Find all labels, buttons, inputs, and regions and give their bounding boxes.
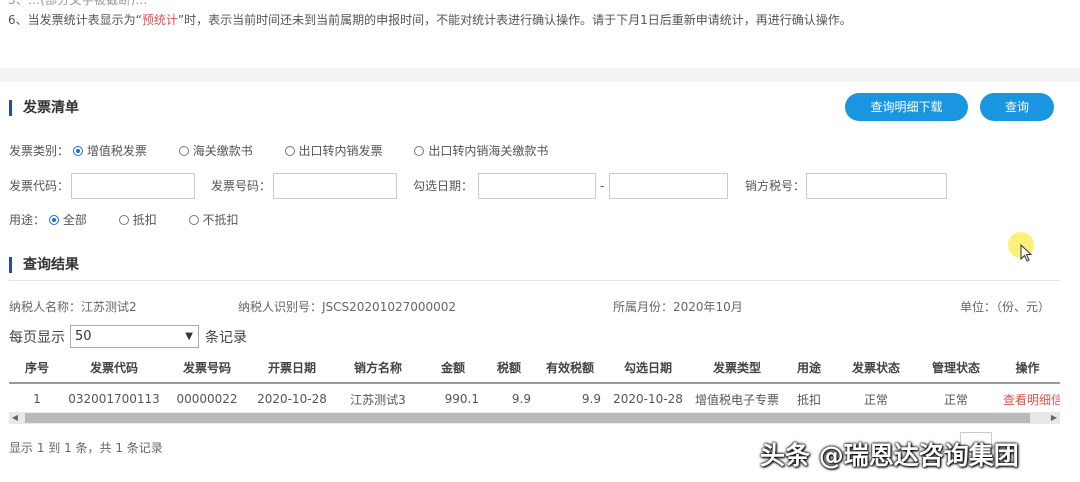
results-title: 查询结果 [9,256,79,274]
col-header[interactable]: 发票类型 [691,352,783,384]
option-label: 海关缴款书 [192,144,253,158]
unit: 单位：（份、元） [960,300,1051,314]
invoice-type-option-vat[interactable]: 增值税发票 [72,144,147,158]
radio-icon[interactable] [284,145,295,156]
notice-line-1: 5、…(部分文字被截断)… [8,0,148,7]
cell-tax: 9.9 [511,392,531,406]
results-divider [9,280,1060,281]
cell-valid-tax: 9.9 [581,392,601,406]
cell-invoice-number: 00000022 [176,392,238,406]
invoice-type-label: 发票类别： [9,144,70,158]
col-header[interactable]: 销方名称 [333,352,423,384]
col-header[interactable]: 发票代码 [65,352,163,384]
col-header[interactable]: 金额 [423,352,483,384]
taxpayer-id: 纳税人识别号：JSCS20201027000002 [238,300,457,314]
cell-select-date: 2020-10-28 [613,392,683,406]
col-header[interactable]: 用途 [783,352,835,384]
col-header[interactable]: 发票号码 [163,352,251,384]
section-divider [0,68,1080,82]
notice-highlight: 预统计 [141,13,178,27]
radio-icon[interactable] [414,145,425,156]
invoice-type-option-export-customs[interactable]: 出口转内销海关缴款书 [414,144,548,158]
usage-option-no-deduct[interactable]: 不抵扣 [188,213,239,227]
option-label: 增值税发票 [86,144,147,158]
per-page-suffix: 条记录 [205,330,247,346]
date-separator: - [600,179,605,193]
radio-icon[interactable] [188,214,199,225]
invoice-list-title: 发票清单 [9,99,79,117]
col-header[interactable]: 开票日期 [251,352,333,384]
cell-amount: 990.1 [444,392,479,406]
scroll-left-icon[interactable]: ◀ [9,412,21,424]
period: 所属月份：2020年10月 [613,300,743,314]
view-details-link[interactable]: 查看明细信 [995,383,1060,414]
cell-invoice-type: 增值税电子专票 [694,392,779,407]
col-header[interactable]: 税额 [483,352,535,384]
option-label: 出口转内销海关缴款书 [428,144,549,158]
usage-label: 用途： [9,213,46,227]
invoice-code-input[interactable] [71,173,195,199]
pagination-summary: 显示 1 到 1 条，共 1 条记录 [9,441,163,455]
query-button[interactable]: 查询 [980,93,1054,121]
col-header[interactable]: 管理状态 [917,352,995,384]
seller-tax-input[interactable] [806,173,947,199]
cell-issue-date: 2020-10-28 [257,392,327,406]
per-page-value: 50 [75,329,92,344]
option-label: 不抵扣 [202,213,239,227]
col-header[interactable]: 操作 [995,352,1060,384]
notice-prefix: 6、当发票统计表显示为“ [8,13,142,27]
mouse-pointer-icon [1020,244,1033,262]
notice-panel: 5、…(部分文字被截断)… 6、当发票统计表显示为“预统计”时，表示当前时间还未… [0,0,1080,68]
radio-checked-icon[interactable] [72,145,83,156]
invoice-code-label: 发票代码： [9,179,70,193]
cell-manage-status: 正常 [943,392,968,407]
download-details-button[interactable]: 查询明细下载 [845,93,968,121]
col-header[interactable]: 有效税额 [535,352,605,384]
chevron-down-icon: ▼ [185,331,193,342]
option-label: 全部 [62,213,87,227]
per-page-select[interactable]: 50 ▼ [70,325,199,348]
invoice-type-option-customs[interactable]: 海关缴款书 [178,144,253,158]
invoice-number-input[interactable] [273,173,397,199]
usage-option-all[interactable]: 全部 [48,213,87,227]
invoice-type-row: 发票类别： 增值税发票 海关缴款书 出口转内销发票 出口转内销海关缴款书 [9,139,548,163]
cell-invoice-status: 正常 [863,392,888,407]
per-page-prefix: 每页显示 [9,330,65,346]
option-label: 出口转内销发票 [298,144,383,158]
col-header[interactable]: 序号 [9,352,65,384]
cell-index: 1 [33,392,41,406]
table-header-row: 序号 发票代码 发票号码 开票日期 销方名称 金额 税额 有效税额 勾选日期 发… [9,352,1060,384]
date-to-input[interactable] [609,173,728,199]
cell-usage: 抵扣 [796,392,821,407]
cell-seller-name: 江苏测试3 [350,392,406,407]
notice-suffix: ”时，表示当前时间还未到当前属期的申报时间，不能对统计表进行确认操作。请于下月1… [177,13,852,27]
notice-line-2: 6、当发票统计表显示为“预统计”时，表示当前时间还未到当前属期的申报时间，不能对… [8,11,852,28]
cell-invoice-code: 032001700113 [68,392,160,406]
horizontal-scrollbar[interactable]: ◀ ▶ [9,412,1060,424]
date-from-input[interactable] [478,173,596,199]
col-header[interactable]: 勾选日期 [605,352,691,384]
watermark: 头条 @瑞恩达咨询集团 [760,441,1019,470]
usage-row: 用途： 全部 抵扣 不抵扣 [9,208,239,232]
scroll-right-icon[interactable]: ▶ [1048,412,1060,424]
invoice-type-option-export[interactable]: 出口转内销发票 [284,144,383,158]
radio-icon[interactable] [178,145,189,156]
scrollbar-thumb[interactable] [25,413,1030,423]
option-label: 抵扣 [132,213,157,227]
results-table: 序号 发票代码 发票号码 开票日期 销方名称 金额 税额 有效税额 勾选日期 发… [9,352,1060,414]
select-date-label: 勾选日期： [413,179,474,193]
invoice-number-label: 发票号码： [211,179,272,193]
usage-option-deduct[interactable]: 抵扣 [118,213,157,227]
seller-tax-label: 销方税号： [745,179,806,193]
taxpayer-name: 纳税人名称：江苏测试2 [9,300,137,314]
radio-icon[interactable] [118,214,129,225]
col-header[interactable]: 发票状态 [835,352,917,384]
table-row: 1 032001700113 00000022 2020-10-28 江苏测试3… [9,383,1060,414]
radio-checked-icon[interactable] [48,214,59,225]
